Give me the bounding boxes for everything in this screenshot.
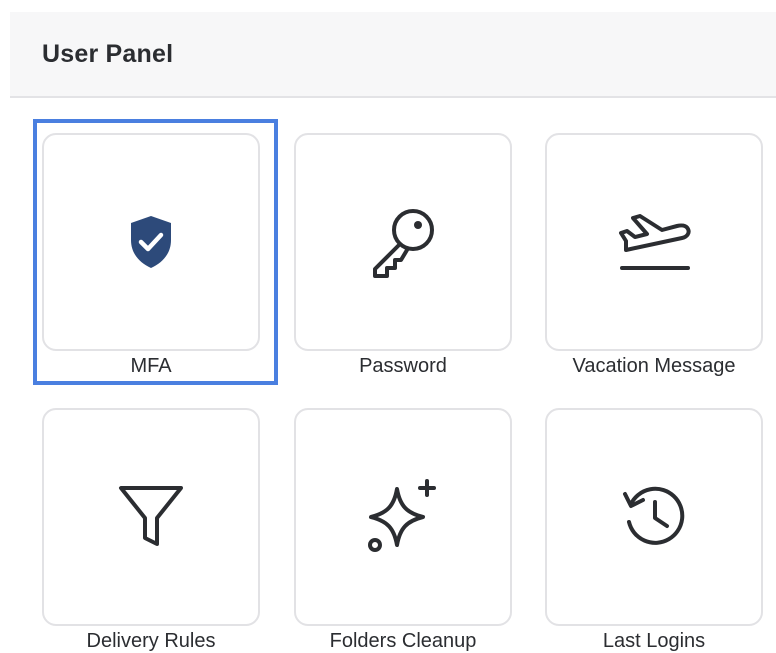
history-clock-icon [619,482,689,552]
filter-icon [116,482,186,552]
tile-vacation-message[interactable] [545,133,763,351]
tile-mfa-label: MFA [130,355,172,377]
sparkles-icon [365,479,441,555]
panel-header: User Panel [10,12,776,98]
page-title: User Panel [42,40,174,68]
tile-vacation-message-label: Vacation Message [572,355,736,377]
tile-last-logins-label: Last Logins [602,630,706,652]
tile-password-label: Password [359,355,447,377]
tile-folders-cleanup[interactable] [294,408,512,626]
shield-check-icon [127,214,175,270]
tile-folders-cleanup-label: Folders Cleanup [329,630,477,652]
key-icon [365,204,441,280]
airplane-takeoff-icon [616,208,692,276]
tile-last-logins[interactable] [545,408,763,626]
tile-delivery-rules[interactable] [42,408,260,626]
tile-password[interactable] [294,133,512,351]
tile-mfa[interactable] [42,133,260,351]
tile-delivery-rules-label: Delivery Rules [86,630,216,652]
